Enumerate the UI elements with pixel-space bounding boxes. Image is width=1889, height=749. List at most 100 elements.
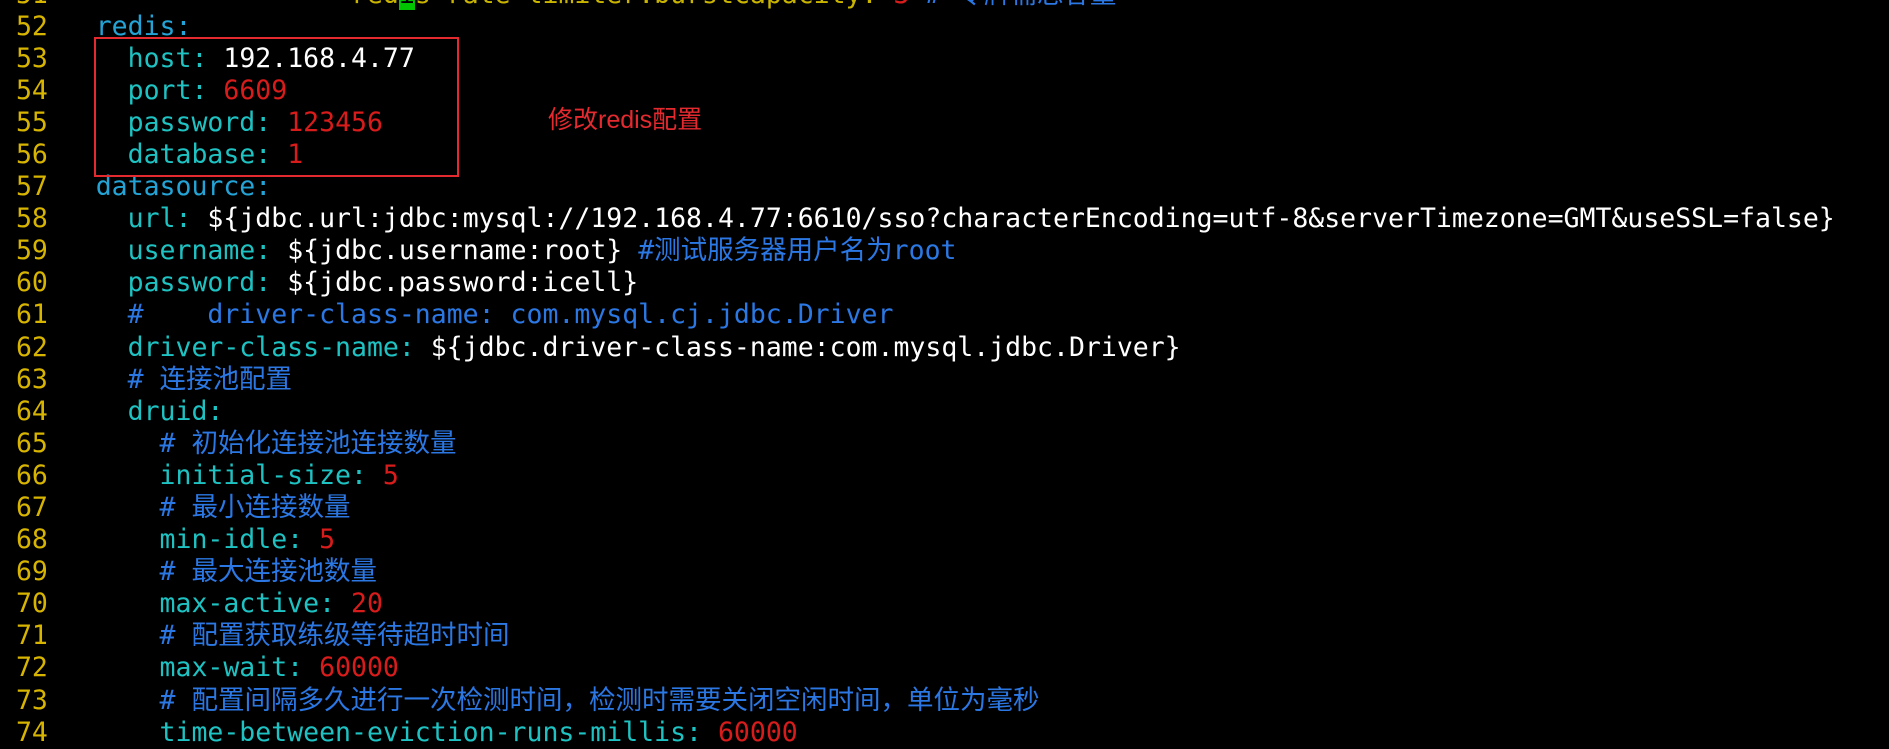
code-line[interactable]: 60 password: ${jdbc.password:icell}: [0, 267, 1889, 299]
yaml-comment: # driver-class-name: com.mysql.cj.jdbc.D…: [63, 299, 894, 331]
text-cursor: i: [398, 0, 415, 10]
yaml-comment: # 最小连接数量: [63, 492, 351, 523]
line-number: 71: [15, 620, 48, 652]
line-number: 64: [15, 395, 48, 427]
line-number: 61: [15, 299, 48, 331]
yaml-key: username:: [63, 235, 272, 267]
line-text[interactable]: # 配置获取练级等待超时时间: [64, 620, 510, 651]
code-line[interactable]: 72 max-wait: 60000: [0, 652, 1889, 684]
line-text[interactable]: time-between-eviction-runs-millis: 60000: [64, 717, 798, 748]
line-number: 67: [15, 492, 48, 523]
line-text[interactable]: # 连接池配置: [64, 364, 292, 395]
yaml-key: initial-size:: [63, 459, 367, 491]
yaml-comment: # 最大连接池数量: [63, 556, 377, 588]
yaml-key: max-wait:: [63, 652, 304, 684]
line-text[interactable]: username: ${jdbc.username:root} #测试服务器用户…: [64, 235, 957, 266]
code-line[interactable]: 71 # 配置获取练级等待超时时间: [0, 620, 1889, 652]
line-number: 52: [15, 10, 48, 42]
yaml-key: druid:: [63, 395, 224, 427]
line-number: 66: [15, 459, 48, 491]
line-number: 57: [15, 171, 48, 203]
code-line[interactable]: 65 # 初始化连接池连接数量: [0, 428, 1889, 460]
yaml-key: url:: [63, 203, 192, 235]
line-number: 72: [15, 652, 48, 684]
code-line[interactable]: 58 url: ${jdbc.url:jdbc:mysql://192.168.…: [0, 203, 1889, 235]
yaml-comment: # 配置获取练级等待超时时间: [63, 620, 510, 652]
code-line[interactable]: 62 driver-class-name: ${jdbc.driver-clas…: [0, 332, 1889, 364]
code-line[interactable]: 51 - redis-rate-limiter.burstCapacity: 3…: [0, 0, 1889, 11]
line-number: 63: [15, 363, 48, 395]
line-number: 51: [0, 0, 48, 11]
yaml-number-value: 60000: [319, 652, 399, 684]
line-text[interactable]: password: ${jdbc.password:icell}: [63, 267, 639, 299]
line-text[interactable]: driver-class-name: ${jdbc.driver-class-n…: [64, 332, 1181, 363]
line-text[interactable]: druid:: [64, 396, 224, 427]
code-line[interactable]: 64 druid:: [0, 396, 1889, 428]
line-number: 65: [15, 427, 48, 459]
line-text[interactable]: max-wait: 60000: [64, 652, 399, 683]
line-number: 74: [15, 716, 48, 748]
line-text[interactable]: # 最小连接数量: [64, 492, 351, 523]
line-number: 56: [15, 138, 48, 170]
line-number: 62: [15, 331, 48, 363]
line-text[interactable]: url: ${jdbc.url:jdbc:mysql://192.168.4.7…: [64, 203, 1835, 234]
code-line[interactable]: 66 initial-size: 5: [0, 460, 1889, 492]
yaml-string-value: ${jdbc.username:root}: [287, 235, 623, 267]
code-line[interactable]: 61 # driver-class-name: com.mysql.cj.jdb…: [0, 299, 1889, 331]
yaml-comment: # 令牌桶总容量: [925, 0, 1116, 10]
line-number: 70: [15, 588, 48, 620]
yaml-key: driver-class-name:: [63, 331, 415, 363]
line-text[interactable]: # 初始化连接池连接数量: [64, 428, 457, 459]
line-text[interactable]: # 最大连接池数量: [64, 556, 377, 587]
line-text[interactable]: # driver-class-name: com.mysql.cj.jdbc.D…: [64, 299, 894, 330]
line-number: 60: [15, 267, 48, 299]
yaml-comment: # 连接池配置: [63, 363, 293, 395]
code-line[interactable]: 68 min-idle: 5: [0, 524, 1889, 556]
yaml-number-value: 60000: [717, 716, 798, 748]
annotation-label: 修改redis配置: [548, 106, 703, 134]
line-number: 55: [15, 106, 48, 138]
code-line[interactable]: 73 # 配置间隔多久进行一次检测时间，检测时需要关闭空闲时间，单位为毫秒: [0, 685, 1889, 717]
yaml-number-value: 3: [893, 0, 909, 10]
yaml-string-value: ${jdbc.driver-class-name:com.mysql.jdbc.…: [430, 331, 1181, 363]
line-text[interactable]: max-active: 20: [64, 588, 383, 619]
line-text[interactable]: initial-size: 5: [64, 460, 399, 491]
line-text[interactable]: - redis-rate-limiter.burstCapacity: 3 # …: [64, 0, 1116, 10]
code-line[interactable]: 74 time-between-eviction-runs-millis: 60…: [0, 717, 1889, 749]
yaml-string-value: ${jdbc.password:icell}: [287, 267, 639, 299]
line-number: 59: [15, 235, 48, 267]
yaml-key: password:: [63, 267, 272, 299]
yaml-string-value: ${jdbc.url:jdbc:mysql://192.168.4.77:661…: [207, 203, 1835, 235]
yaml-number-value: 5: [319, 524, 336, 556]
code-line[interactable]: 63 # 连接池配置: [0, 364, 1889, 396]
line-text[interactable]: # 配置间隔多久进行一次检测时间，检测时需要关闭空闲时间，单位为毫秒: [64, 685, 1040, 716]
code-line[interactable]: 69 # 最大连接池数量: [0, 556, 1889, 588]
line-number: 68: [15, 524, 48, 556]
yaml-comment: # 配置间隔多久进行一次检测时间，检测时需要关闭空闲时间，单位为毫秒: [63, 684, 1040, 716]
line-text[interactable]: min-idle: 5: [64, 524, 336, 556]
yaml-list-item-key: s-rate-limiter.burstCapacity:: [415, 0, 878, 10]
code-line[interactable]: 59 username: ${jdbc.username:root} #测试服务…: [0, 235, 1889, 267]
code-line[interactable]: 70 max-active: 20: [0, 588, 1889, 620]
yaml-number-value: 5: [382, 459, 399, 491]
yaml-key: time-between-eviction-runs-millis:: [63, 716, 702, 748]
yaml-comment: #测试服务器用户名为root: [638, 235, 957, 267]
line-number: 53: [15, 42, 48, 74]
yaml-comment: # 初始化连接池连接数量: [63, 427, 457, 459]
line-number: 69: [15, 556, 48, 588]
code-line[interactable]: 67 # 最小连接数量: [0, 492, 1889, 524]
terminal-editor[interactable]: 51 - redis-rate-limiter.burstCapacity: 3…: [0, 0, 1889, 749]
annotation-highlight-box: [94, 37, 459, 177]
